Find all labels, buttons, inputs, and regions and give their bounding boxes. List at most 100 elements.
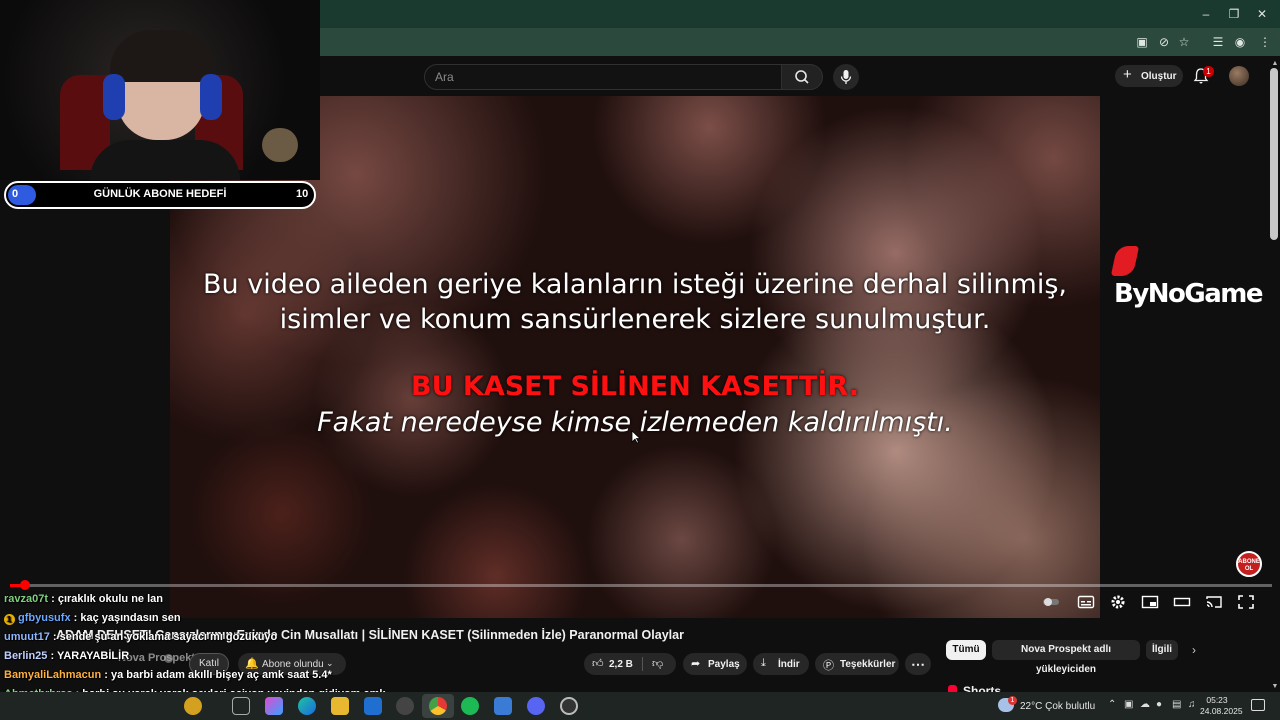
chat-message: umuut17 : sende şu an yoklama sayacı mı … [4, 631, 277, 643]
subscriber-goal-title: GÜNLÜK ABONE HEDEFİ [93, 188, 227, 200]
chat-username: gfbyusufx [18, 612, 71, 624]
chevron-down-icon: ⌄ [326, 658, 334, 668]
scroll-down-arrow[interactable]: ▼ [1271, 683, 1279, 691]
bynogame-logo: ByNoGame [1110, 246, 1280, 309]
chat-username: ravza07t [4, 593, 49, 605]
eye-off-icon[interactable]: ⊘ [1156, 34, 1172, 50]
search-box[interactable] [424, 64, 782, 90]
download-label: İndir [778, 659, 800, 670]
obs-studio-icon[interactable] [560, 697, 578, 715]
task-view-icon[interactable] [232, 697, 250, 715]
profile-icon[interactable]: ◉ [1232, 34, 1248, 50]
download-icon: ⤓ [761, 657, 766, 669]
outlook-icon[interactable] [364, 697, 382, 715]
copilot-sparkle-icon[interactable] [184, 697, 202, 715]
notification-count-badge: 1 [1203, 66, 1214, 77]
chat-text: : YARAYABİLİR [50, 650, 130, 662]
microphone-icon [840, 70, 852, 84]
subscriber-goal-end: 10 [296, 188, 309, 200]
thumbs-down-icon[interactable]: 👎︎ [652, 657, 663, 670]
verified-check-icon [164, 654, 173, 663]
chat-badge-icon: 1 [4, 614, 15, 625]
file-explorer-icon[interactable] [331, 697, 349, 715]
thanks-button[interactable]: Ⓟ Teşekkürler [815, 653, 899, 675]
chrome-browser-icon[interactable] [429, 697, 447, 715]
chip-related[interactable]: İlgili [1146, 640, 1178, 660]
progress-scrubber[interactable] [20, 580, 30, 590]
account-avatar[interactable] [1229, 66, 1249, 86]
menu-dots-icon[interactable]: ⋮ [1257, 34, 1273, 50]
channel-name[interactable]: Nova Prospekt [118, 652, 195, 664]
minimize-icon[interactable]: – [1196, 6, 1216, 22]
theater-mode-icon[interactable] [1173, 594, 1191, 610]
tray-expand-icon[interactable]: ⌃ [1108, 699, 1116, 710]
more-actions-button[interactable]: ⋯ [905, 653, 931, 675]
chevron-right-icon[interactable]: › [1192, 643, 1196, 657]
page-scrollbar-thumb[interactable] [1270, 68, 1278, 240]
chat-text: : sende şu an yoklama sayacı mı gözüküyo [52, 631, 278, 643]
thanks-icon: Ⓟ [823, 660, 834, 672]
miniplayer-icon[interactable] [1141, 594, 1159, 610]
more-dots-icon: ⋯ [911, 656, 925, 672]
video-caption-warning: BU KASET SİLİNEN KASETTİR. [411, 371, 859, 402]
chat-text: : çıraklık okulu ne lan [51, 593, 163, 605]
share-icon: ➦ [691, 658, 701, 670]
bookmark-star-icon[interactable]: ☆ [1176, 34, 1192, 50]
like-count[interactable]: 2,2 B [609, 659, 633, 670]
scroll-up-arrow[interactable]: ▲ [1271, 60, 1279, 68]
clock-time: 05:23 [1206, 695, 1228, 705]
chat-message: BamyaliLahmacun : ya barbi adam akıllı b… [4, 669, 332, 681]
volume-icon[interactable]: ♫ [1188, 699, 1196, 710]
tray-cloud-icon[interactable]: ☁ [1140, 699, 1150, 710]
streamer-webcam [0, 0, 320, 180]
close-icon[interactable]: ✕ [1252, 6, 1272, 22]
like-dislike-group: 👍︎ 2,2 B 👎︎ [584, 653, 676, 675]
weather-text[interactable]: 22°C Çok bulutlu [1020, 701, 1095, 712]
chat-text: : ya barbi adam akıllı bişey aç amk saat… [104, 669, 332, 681]
chat-username: Berlin25 [4, 650, 48, 662]
autoplay-toggle-icon[interactable] [1042, 594, 1060, 610]
like-divider [642, 657, 643, 671]
thanks-label: Teşekkürler [840, 659, 896, 670]
taskbar-clock[interactable]: 05:23 24.08.2025 [1200, 695, 1243, 717]
mouse-cursor-icon [631, 430, 641, 444]
tray-app-icon[interactable]: ▣ [1124, 699, 1133, 710]
plus-icon: + [1123, 66, 1132, 83]
search-button[interactable] [781, 64, 823, 90]
thumbs-up-icon[interactable]: 👍︎ [592, 657, 604, 670]
subtitles-icon[interactable] [1077, 594, 1095, 610]
chat-username: umuut17 [4, 631, 50, 643]
cast-icon[interactable] [1205, 594, 1223, 610]
clock-date: 24.08.2025 [1200, 706, 1243, 716]
app-icon[interactable] [494, 697, 512, 715]
voice-search-button[interactable] [833, 64, 859, 90]
restore-icon[interactable]: ❐ [1224, 6, 1244, 22]
subscriber-goal-start: 0 [12, 188, 19, 200]
subscribe-badge[interactable]: ABONE OL [1236, 551, 1262, 577]
create-button[interactable]: + Oluştur [1115, 65, 1183, 87]
xbox-icon[interactable] [396, 697, 414, 715]
chat-text: : kaç yaşındasın sen [73, 612, 181, 624]
chip-all[interactable]: Tümü [946, 640, 986, 660]
settings-gear-icon[interactable] [1109, 594, 1127, 610]
discord-icon[interactable] [527, 697, 545, 715]
progress-bar[interactable] [10, 584, 1272, 587]
search-input[interactable] [425, 65, 781, 89]
edge-browser-icon[interactable] [298, 697, 316, 715]
chat-message: ravza07t : çıraklık okulu ne lan [4, 593, 163, 605]
chat-username: BamyaliLahmacun [4, 669, 102, 681]
share-button[interactable]: ➦ Paylaş [683, 653, 747, 675]
screen: – ❐ ✕ ▣ ⊘ ☆ ☰ ◉ ⋮ + Oluştur 1 ▲ ▼ Bu vid… [0, 0, 1280, 720]
copilot-app-icon[interactable] [265, 697, 283, 715]
network-icon[interactable]: ▤ [1172, 699, 1181, 710]
fullscreen-icon[interactable] [1237, 594, 1255, 610]
install-app-icon[interactable]: ▣ [1134, 34, 1150, 50]
download-button[interactable]: ⤓ İndir [753, 653, 809, 675]
reading-list-icon[interactable]: ☰ [1210, 34, 1226, 50]
spotify-icon[interactable] [461, 697, 479, 715]
weather-badge: 1 [1008, 696, 1017, 705]
notification-center-icon[interactable] [1251, 699, 1265, 711]
microphone-tray-icon[interactable]: ● [1156, 699, 1162, 710]
chip-from-uploader[interactable]: Nova Prospekt adlı yükleyiciden [992, 640, 1140, 675]
share-label: Paylaş [708, 659, 740, 670]
